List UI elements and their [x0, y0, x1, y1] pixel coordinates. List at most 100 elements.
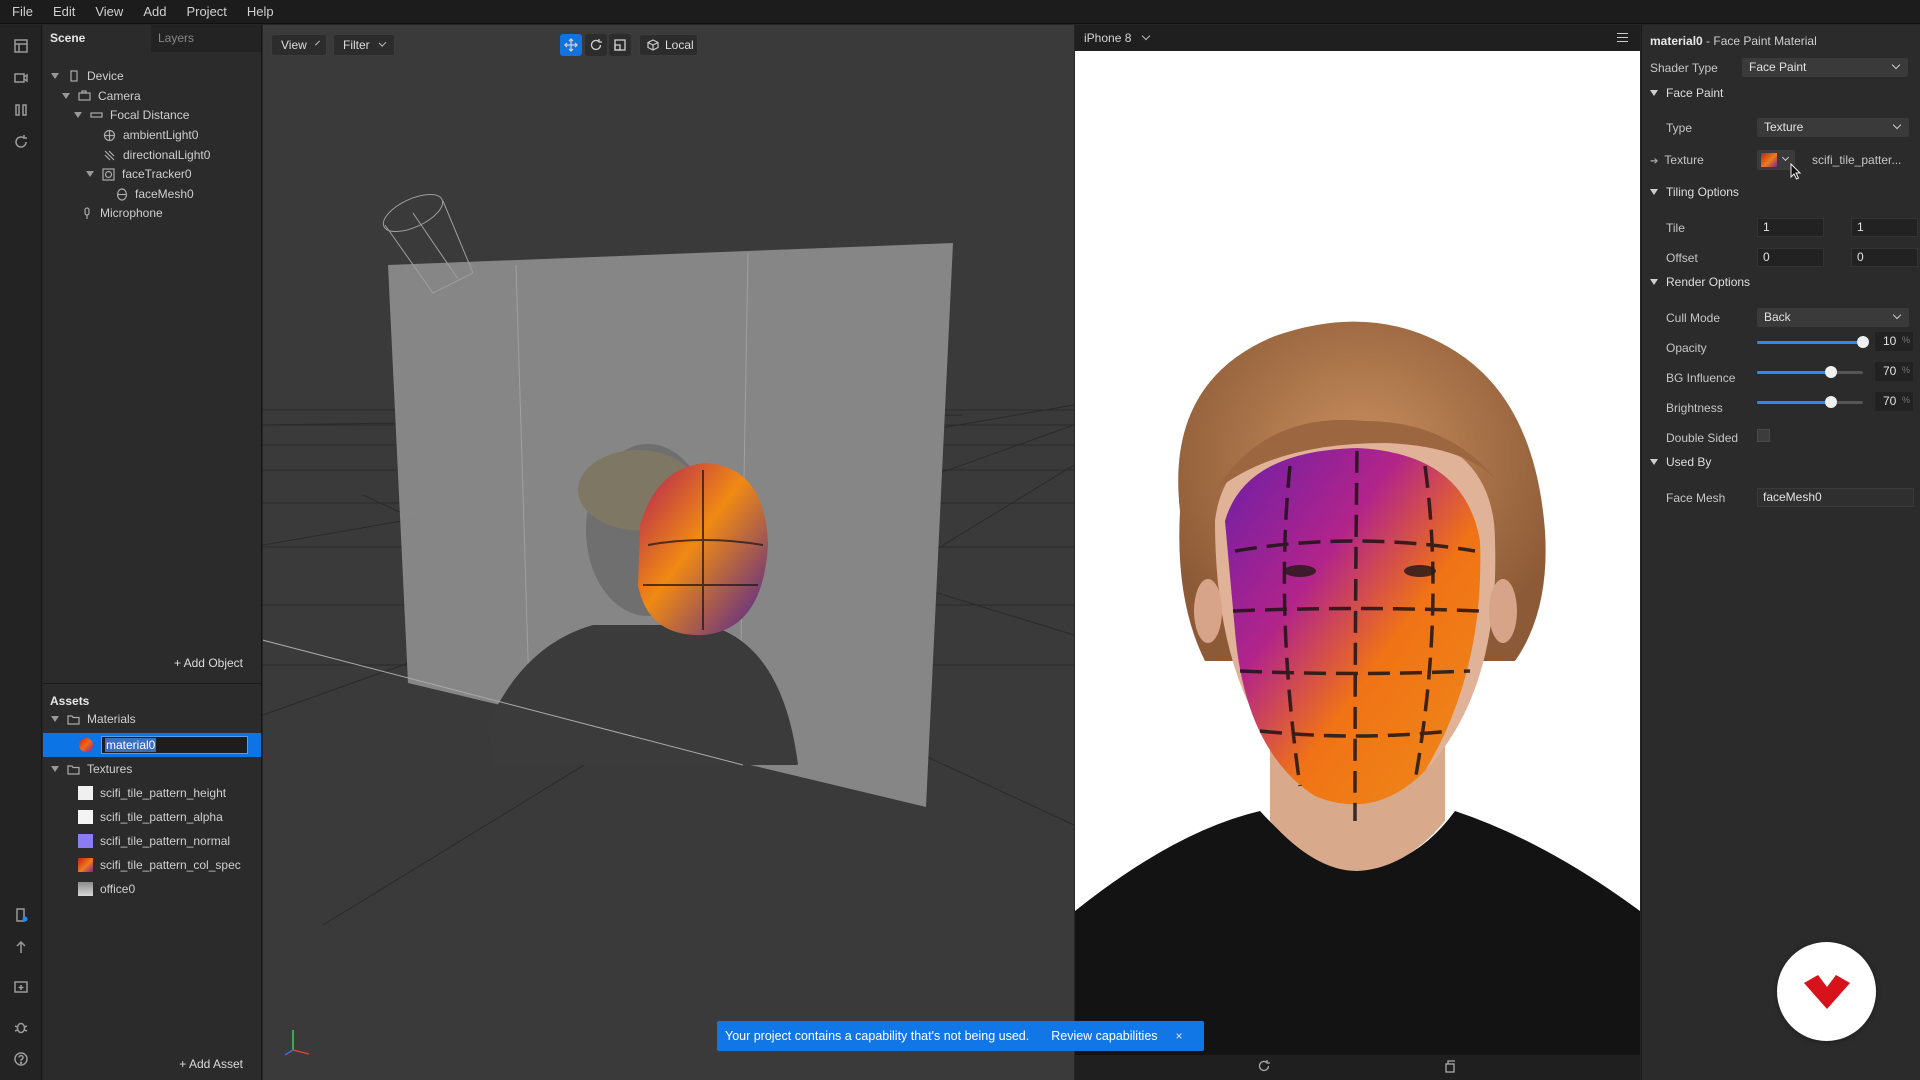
face-mesh-link[interactable]: faceMesh0 [1757, 488, 1914, 507]
scale-tool-icon[interactable] [609, 34, 631, 56]
folder-materials[interactable]: Materials [51, 707, 136, 731]
add-asset-button[interactable]: + Add Asset [179, 1057, 243, 1071]
rename-field[interactable]: material0 [101, 736, 248, 754]
review-capabilities-link[interactable]: Review capabilities [1051, 1029, 1157, 1043]
section-used-by[interactable]: Used By [1650, 455, 1711, 469]
collapse-caret-icon[interactable] [1650, 459, 1658, 465]
asset-item-texture[interactable]: scifi_tile_pattern_alpha [78, 805, 223, 829]
type-label: Type [1666, 121, 1693, 135]
tab-scene[interactable]: Scene [43, 25, 151, 52]
expand-caret-icon[interactable] [51, 766, 59, 772]
expand-caret-icon[interactable] [51, 73, 59, 79]
menu-icon[interactable] [1617, 33, 1628, 42]
menu-file[interactable]: File [12, 4, 33, 19]
filter-dropdown[interactable]: Filter [333, 34, 395, 56]
cube-icon [647, 39, 659, 51]
shader-type-dropdown[interactable]: Face Paint [1742, 58, 1908, 77]
expand-caret-icon[interactable] [51, 716, 59, 722]
menu-help[interactable]: Help [247, 4, 274, 19]
shader-type-label: Shader Type [1650, 61, 1718, 75]
orientation-icon[interactable] [1443, 1059, 1457, 1076]
tab-layers[interactable]: Layers [151, 25, 259, 52]
rotate-device-icon[interactable] [1257, 1059, 1271, 1076]
view-dropdown[interactable]: View [271, 34, 327, 56]
texture-value[interactable]: scifi_tile_patter... [1812, 153, 1912, 167]
opacity-label: Opacity [1666, 341, 1707, 355]
opacity-slider[interactable] [1757, 336, 1869, 348]
tile-x-input[interactable]: 1 [1757, 218, 1824, 237]
pause-icon[interactable] [11, 100, 31, 120]
assets-title: Assets [50, 694, 90, 708]
face-mesh-label: Face Mesh [1666, 491, 1726, 505]
bg-influence-input[interactable]: 70% [1875, 362, 1913, 381]
cull-mode-dropdown[interactable]: Back [1757, 308, 1909, 327]
device-send-icon[interactable] [11, 905, 31, 925]
expand-caret-icon[interactable] [74, 112, 82, 118]
collapse-caret-icon[interactable] [1650, 189, 1658, 195]
slider-handle[interactable] [1825, 396, 1838, 408]
brightness-input[interactable]: 70% [1875, 392, 1913, 411]
camera-preview [1075, 51, 1640, 1055]
section-render-options[interactable]: Render Options [1650, 275, 1750, 289]
mouse-cursor-icon [1790, 163, 1802, 180]
cull-mode-value: Back [1764, 310, 1791, 324]
folder-icon [67, 713, 80, 726]
texture-thumbnail [78, 858, 93, 872]
local-space-label: Local [665, 38, 694, 52]
connect-arrow-icon[interactable]: ➔ [1650, 156, 1658, 167]
asset-item-texture[interactable]: office0 [78, 877, 135, 901]
layout-icon[interactable] [11, 36, 31, 56]
chevron-down-icon[interactable] [1142, 31, 1151, 41]
move-tool-icon[interactable] [560, 34, 582, 56]
tree-label: Device [87, 69, 124, 83]
opacity-input[interactable]: 10% [1875, 332, 1913, 351]
section-face-paint[interactable]: Face Paint [1650, 86, 1723, 100]
menu-project[interactable]: Project [186, 4, 226, 19]
help-icon[interactable] [11, 1049, 31, 1069]
section-title: Render Options [1666, 275, 1751, 289]
asset-item-texture[interactable]: scifi_tile_pattern_normal [78, 829, 230, 853]
rotate-tool-icon[interactable] [585, 34, 607, 56]
collapse-caret-icon[interactable] [1650, 90, 1658, 96]
slider-handle[interactable] [1825, 366, 1838, 378]
add-object-button[interactable]: + Add Object [174, 656, 243, 670]
bg-influence-value: 70 [1883, 364, 1897, 378]
tile-y-input[interactable]: 1 [1851, 218, 1918, 237]
collapse-caret-icon[interactable] [1650, 279, 1658, 285]
menu-edit[interactable]: Edit [53, 4, 75, 19]
type-dropdown[interactable]: Texture [1757, 118, 1909, 137]
double-sided-checkbox[interactable] [1757, 429, 1770, 442]
expand-caret-icon[interactable] [62, 93, 70, 99]
device-select[interactable]: iPhone 8 [1084, 31, 1131, 45]
rename-text[interactable]: material0 [105, 738, 157, 752]
close-icon[interactable]: × [1176, 1029, 1183, 1043]
slider-fill [1757, 341, 1863, 344]
device-icon [67, 70, 80, 83]
tree-label: Focal Distance [110, 108, 190, 122]
asset-item-texture[interactable]: scifi_tile_pattern_col_spec [78, 853, 241, 877]
brightness-slider[interactable] [1757, 396, 1863, 408]
bug-icon[interactable] [11, 1017, 31, 1037]
refresh-icon[interactable] [11, 132, 31, 152]
library-icon[interactable] [11, 977, 31, 997]
slider-handle[interactable] [1857, 336, 1869, 348]
opacity-value: 10 [1883, 334, 1897, 348]
folder-textures[interactable]: Textures [51, 757, 132, 781]
asset-item-material0[interactable]: material0 [43, 733, 261, 757]
asset-label: scifi_tile_pattern_alpha [100, 810, 223, 824]
expand-caret-icon[interactable] [86, 171, 94, 177]
upload-icon[interactable] [11, 937, 31, 957]
offset-x-input[interactable]: 0 [1757, 248, 1824, 267]
menu-add[interactable]: Add [143, 4, 166, 19]
local-space-toggle[interactable]: Local [639, 34, 698, 56]
section-tiling-options[interactable]: Tiling Options [1650, 185, 1739, 199]
chevron-down-icon [314, 40, 320, 46]
bg-influence-slider[interactable] [1757, 366, 1863, 378]
video-icon[interactable] [11, 68, 31, 88]
menu-view[interactable]: View [95, 4, 123, 19]
asset-item-texture[interactable]: scifi_tile_pattern_height [78, 781, 226, 805]
tree-label: ambientLight0 [123, 128, 199, 142]
scene-viewport[interactable]: View Filter Local [263, 25, 1074, 1080]
offset-y-input[interactable]: 0 [1851, 248, 1918, 267]
tree-item-microphone[interactable]: Microphone [80, 201, 163, 225]
